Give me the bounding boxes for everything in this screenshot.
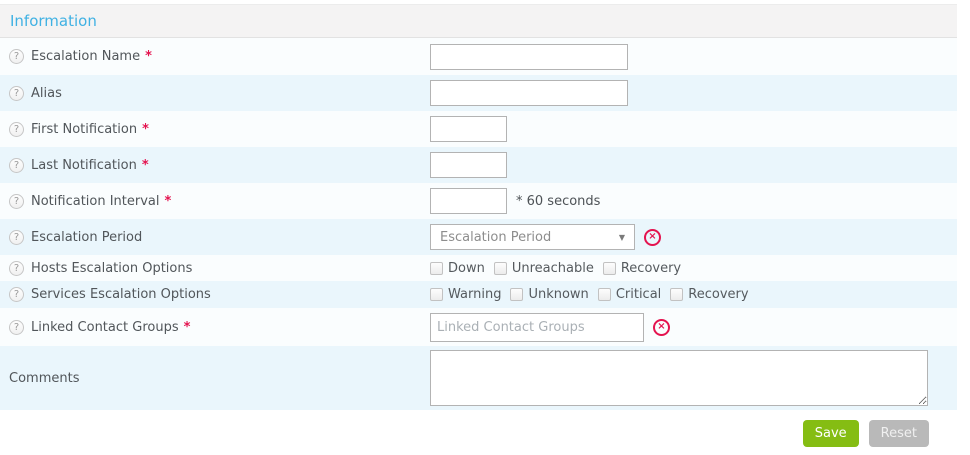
checkbox-critical[interactable]: [598, 288, 611, 301]
clear-selection-icon[interactable]: ×: [653, 319, 670, 336]
field-label: Last Notification: [31, 158, 137, 173]
checkbox-unknown[interactable]: [510, 288, 523, 301]
first-notification-input[interactable]: [430, 116, 507, 142]
help-icon[interactable]: ?: [9, 287, 24, 302]
last-notification-input[interactable]: [430, 152, 507, 178]
required-asterisk: *: [184, 320, 191, 335]
control-alias: [430, 80, 957, 106]
row-first-notification: ? First Notification *: [0, 111, 957, 147]
chevron-down-icon: ▼: [619, 233, 625, 242]
field-label: Notification Interval: [31, 194, 160, 209]
help-icon[interactable]: ?: [9, 230, 24, 245]
control-escalation-name: [430, 44, 957, 70]
row-escalation-name: ? Escalation Name *: [0, 38, 957, 75]
help-icon[interactable]: ?: [9, 86, 24, 101]
section-title: Information: [10, 12, 97, 30]
linked-contact-groups-input[interactable]: [430, 313, 644, 342]
label-last-notification: ? Last Notification *: [0, 158, 430, 173]
escalation-form-panel: Information ? Escalation Name * ? Alias …: [0, 4, 957, 410]
row-last-notification: ? Last Notification *: [0, 147, 957, 183]
row-comments: Comments: [0, 346, 957, 410]
help-icon[interactable]: ?: [9, 122, 24, 137]
field-label: Services Escalation Options: [31, 287, 211, 302]
select-placeholder: Escalation Period: [440, 230, 551, 245]
row-services-escalation-options: ? Services Escalation Options Warning Un…: [0, 281, 957, 308]
alias-input[interactable]: [430, 80, 628, 106]
comments-textarea[interactable]: [430, 350, 928, 406]
row-notification-interval: ? Notification Interval * * 60 seconds: [0, 183, 957, 219]
checkbox-label-critical: Critical: [616, 287, 661, 302]
section-header: Information: [0, 5, 957, 38]
field-label: Hosts Escalation Options: [31, 261, 192, 276]
checkbox-label-warning: Warning: [448, 287, 501, 302]
label-escalation-name: ? Escalation Name *: [0, 49, 430, 64]
help-icon[interactable]: ?: [9, 158, 24, 173]
checkbox-label-down: Down: [448, 261, 485, 276]
required-asterisk: *: [165, 194, 172, 209]
control-escalation-period: Escalation Period ▼ ×: [430, 224, 957, 250]
row-hosts-escalation-options: ? Hosts Escalation Options Down Unreacha…: [0, 255, 957, 281]
form-actions: Save Reset: [0, 410, 970, 447]
checkbox-warning[interactable]: [430, 288, 443, 301]
control-first-notification: [430, 116, 957, 142]
field-label: Comments: [9, 371, 79, 386]
label-first-notification: ? First Notification *: [0, 122, 430, 137]
clear-selection-icon[interactable]: ×: [644, 229, 661, 246]
help-icon[interactable]: ?: [9, 261, 24, 276]
field-label: Escalation Period: [31, 230, 142, 245]
checkbox-label-unknown: Unknown: [528, 287, 588, 302]
checkbox-unreachable[interactable]: [494, 262, 507, 275]
checkbox-recovery[interactable]: [603, 262, 616, 275]
control-comments: [430, 346, 957, 410]
row-alias: ? Alias: [0, 75, 957, 111]
row-linked-contact-groups: ? Linked Contact Groups * ×: [0, 308, 957, 346]
label-hosts-escalation-options: ? Hosts Escalation Options: [0, 261, 430, 276]
control-notification-interval: * 60 seconds: [430, 188, 957, 214]
required-asterisk: *: [142, 122, 149, 137]
checkbox-down[interactable]: [430, 262, 443, 275]
save-button[interactable]: Save: [803, 420, 859, 447]
escalation-period-select[interactable]: Escalation Period ▼: [430, 224, 635, 250]
reset-button[interactable]: Reset: [869, 420, 929, 447]
label-notification-interval: ? Notification Interval *: [0, 194, 430, 209]
interval-unit-hint: * 60 seconds: [516, 194, 600, 209]
checkbox-label-recovery: Recovery: [688, 287, 748, 302]
help-icon[interactable]: ?: [9, 194, 24, 209]
required-asterisk: *: [142, 158, 149, 173]
row-escalation-period: ? Escalation Period Escalation Period ▼ …: [0, 219, 957, 255]
help-icon[interactable]: ?: [9, 320, 24, 335]
control-services-escalation-options: Warning Unknown Critical Recovery: [430, 287, 957, 302]
control-last-notification: [430, 152, 957, 178]
control-linked-contact-groups: ×: [430, 313, 957, 342]
label-linked-contact-groups: ? Linked Contact Groups *: [0, 320, 430, 335]
control-hosts-escalation-options: Down Unreachable Recovery: [430, 261, 957, 276]
label-comments: Comments: [0, 371, 430, 386]
checkbox-recovery[interactable]: [670, 288, 683, 301]
label-services-escalation-options: ? Services Escalation Options: [0, 287, 430, 302]
field-label: Escalation Name: [31, 49, 140, 64]
field-label: First Notification: [31, 122, 137, 137]
field-label: Linked Contact Groups: [31, 320, 179, 335]
notification-interval-input[interactable]: [430, 188, 507, 214]
checkbox-label-recovery: Recovery: [621, 261, 681, 276]
help-icon[interactable]: ?: [9, 49, 24, 64]
label-alias: ? Alias: [0, 86, 430, 101]
required-asterisk: *: [145, 49, 152, 64]
checkbox-label-unreachable: Unreachable: [512, 261, 594, 276]
field-label: Alias: [31, 86, 62, 101]
label-escalation-period: ? Escalation Period: [0, 230, 430, 245]
escalation-name-input[interactable]: [430, 44, 628, 70]
